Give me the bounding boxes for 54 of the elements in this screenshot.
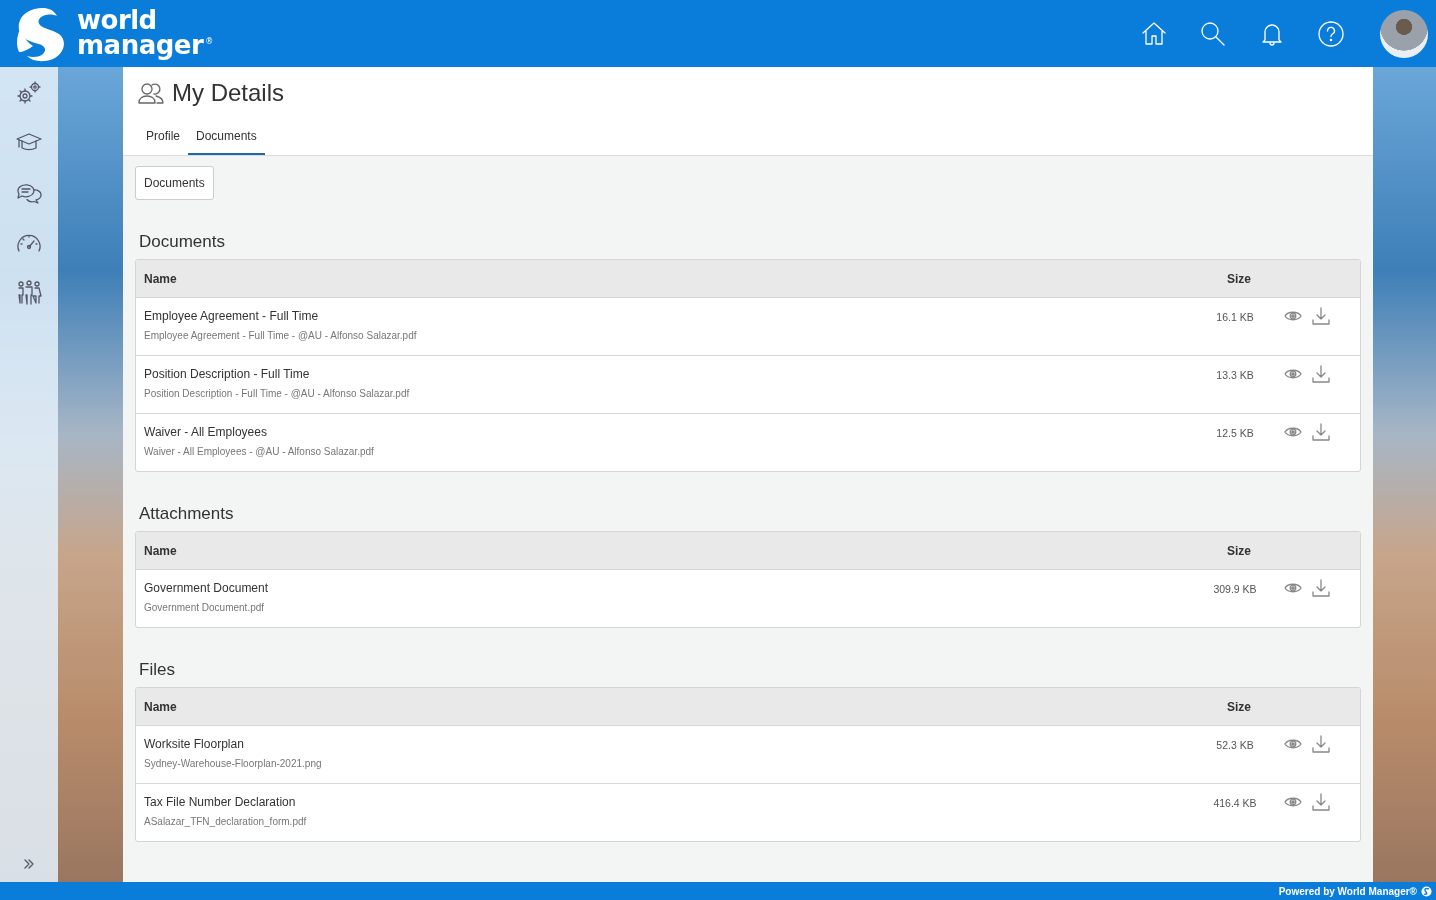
file-name: Waiver - All Employees - @AU - Alfonso Salazar.pdf bbox=[144, 446, 375, 457]
column-header: Size bbox=[1226, 271, 1252, 286]
view-eye-icon[interactable] bbox=[1284, 738, 1302, 750]
view-eye-icon[interactable] bbox=[1284, 368, 1302, 380]
document-name: Worksite Floorplan bbox=[144, 737, 245, 751]
document-name: Employee Agreement - Full Time bbox=[144, 309, 320, 323]
file-size: 12.5 KB bbox=[1215, 427, 1255, 439]
file-name: Government Document.pdf bbox=[144, 602, 266, 613]
document-name: Position Description - Full Time bbox=[144, 367, 311, 381]
powered-by-text: Powered by World Manager® bbox=[1278, 885, 1417, 897]
document-name: Waiver - All Employees bbox=[144, 425, 268, 439]
search-icon[interactable] bbox=[1199, 19, 1227, 48]
file-name: Position Description - Full Time - @AU - Alfonso Salazar.pdf bbox=[144, 388, 411, 399]
file-size: 52.3 KB bbox=[1215, 739, 1255, 751]
file-size: 16.1 KB bbox=[1215, 311, 1255, 323]
file-name: Sydney-Warehouse-Floorplan-2021.png bbox=[144, 758, 323, 769]
file-name: ASalazar_TFN_declaration_form.pdf bbox=[144, 816, 308, 827]
file-name: Employee Agreement - Full Time - @AU - Alfonso Salazar.pdf bbox=[144, 330, 418, 341]
download-icon[interactable] bbox=[1312, 365, 1330, 383]
logo-text: world bbox=[77, 7, 157, 33]
column-header: Name bbox=[143, 543, 178, 558]
tab[interactable]: Profile bbox=[138, 123, 188, 155]
download-icon[interactable] bbox=[1312, 793, 1330, 811]
download-icon[interactable] bbox=[1312, 579, 1330, 597]
tab[interactable]: Documents bbox=[188, 123, 265, 155]
download-icon[interactable] bbox=[1312, 423, 1330, 441]
section-title: Attachments bbox=[139, 504, 235, 524]
avatar[interactable] bbox=[1380, 9, 1428, 58]
section-title: Documents bbox=[139, 232, 226, 252]
download-icon[interactable] bbox=[1312, 735, 1330, 753]
users-icon bbox=[138, 82, 164, 104]
file-size: 309.9 KB bbox=[1212, 583, 1258, 595]
logo-icon bbox=[1421, 885, 1432, 897]
column-header: Name bbox=[143, 271, 178, 286]
section-title: Files bbox=[139, 660, 176, 680]
column-header: Name bbox=[143, 699, 178, 714]
people-icon[interactable] bbox=[15, 279, 43, 307]
view-eye-icon[interactable] bbox=[1284, 310, 1302, 322]
document-name: Tax File Number Declaration bbox=[144, 795, 297, 809]
logo-text: manager bbox=[77, 32, 204, 58]
expand-chevron-icon[interactable] bbox=[23, 858, 35, 870]
column-header: Size bbox=[1226, 699, 1252, 714]
column-header: Size bbox=[1226, 543, 1252, 558]
file-size: 416.4 KB bbox=[1212, 797, 1258, 809]
view-eye-icon[interactable] bbox=[1284, 426, 1302, 438]
view-eye-icon[interactable] bbox=[1284, 582, 1302, 594]
document-name: Government Document bbox=[144, 581, 270, 595]
registered-mark: ® bbox=[205, 36, 214, 47]
documents-button[interactable]: Documents bbox=[135, 166, 214, 200]
view-eye-icon[interactable] bbox=[1284, 796, 1302, 808]
help-icon[interactable] bbox=[1317, 19, 1345, 48]
file-size: 13.3 KB bbox=[1215, 369, 1255, 381]
page-title: My Details bbox=[172, 79, 285, 107]
download-icon[interactable] bbox=[1312, 307, 1330, 325]
